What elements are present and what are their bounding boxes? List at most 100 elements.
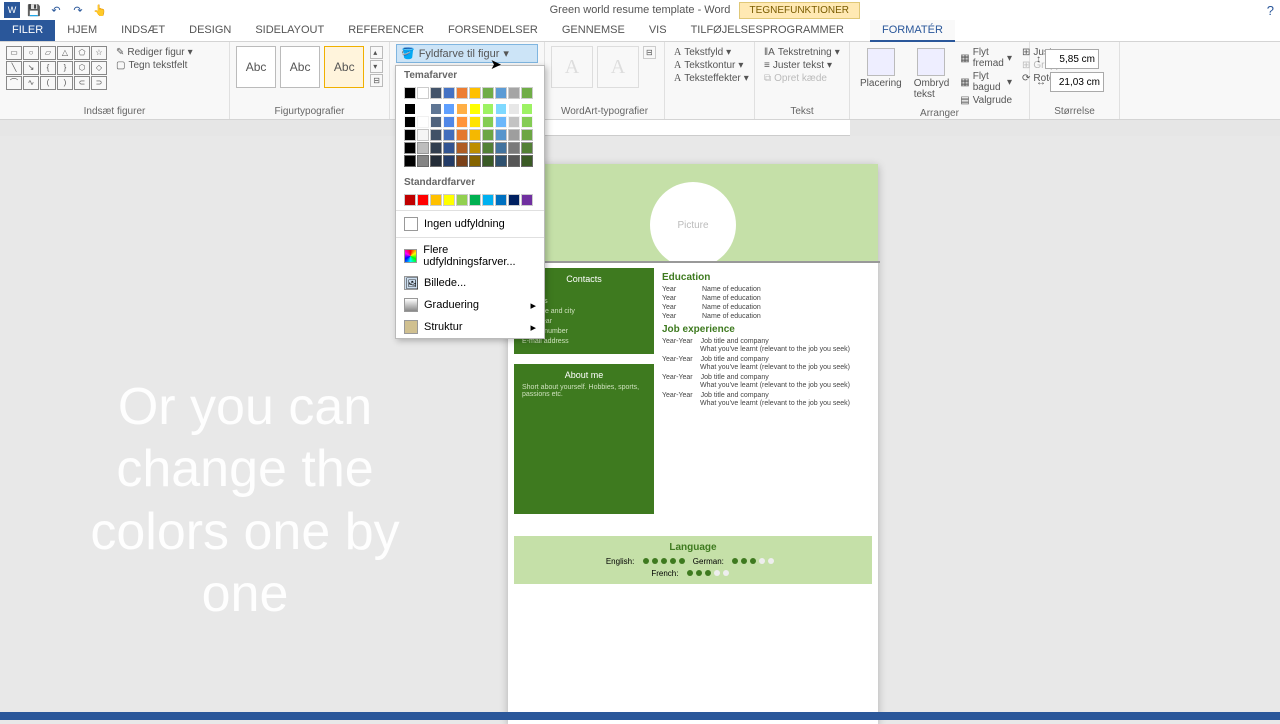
color-swatch[interactable]	[456, 103, 468, 115]
color-swatch[interactable]	[443, 87, 455, 99]
text-effects-button[interactable]: ATeksteffekter ▾	[671, 72, 748, 85]
color-swatch[interactable]	[495, 155, 507, 167]
color-swatch[interactable]	[456, 194, 468, 206]
tab-referencer[interactable]: REFERENCER	[336, 20, 436, 41]
text-fill-button[interactable]: ATekstfyld ▾	[671, 46, 748, 59]
color-swatch[interactable]	[469, 103, 481, 115]
styles-up-icon[interactable]: ▴	[370, 46, 383, 59]
color-swatch[interactable]	[443, 155, 455, 167]
color-swatch[interactable]	[443, 142, 455, 154]
width-input[interactable]	[1050, 72, 1104, 92]
tab-formater[interactable]: FORMATÉR	[870, 20, 955, 42]
position-button[interactable]: Placering	[856, 46, 906, 107]
color-swatch[interactable]	[495, 116, 507, 128]
wordart-style-1[interactable]: A	[551, 46, 593, 88]
language-section[interactable]: Language English: German: French:	[514, 536, 872, 584]
shape-style-1[interactable]: Abc	[236, 46, 276, 88]
no-fill-item[interactable]: Ingen udfyldning	[396, 213, 544, 235]
color-swatch[interactable]	[482, 155, 494, 167]
color-swatch[interactable]	[521, 103, 533, 115]
help-icon[interactable]: ?	[1267, 3, 1274, 18]
color-swatch[interactable]	[404, 155, 416, 167]
send-backward-button[interactable]: ▦ Flyt bagud ▾	[957, 70, 1015, 94]
about-card[interactable]: About me Short about yourself. Hobbies, …	[514, 364, 654, 514]
resume-header[interactable]: Picture	[508, 164, 878, 262]
color-swatch[interactable]	[521, 194, 533, 206]
color-swatch[interactable]	[508, 194, 520, 206]
color-swatch[interactable]	[417, 155, 429, 167]
color-swatch[interactable]	[430, 103, 442, 115]
color-swatch[interactable]	[521, 129, 533, 141]
shape-fill-button[interactable]: 🪣 Fyldfarve til figur ▾	[396, 44, 538, 63]
color-swatch[interactable]	[508, 155, 520, 167]
document-canvas[interactable]: Or you can change the colors one by one …	[0, 136, 1280, 712]
color-swatch[interactable]	[482, 142, 494, 154]
save-icon[interactable]: 💾	[26, 2, 42, 18]
color-swatch[interactable]	[430, 155, 442, 167]
color-swatch[interactable]	[508, 129, 520, 141]
color-swatch[interactable]	[495, 129, 507, 141]
color-swatch[interactable]	[404, 129, 416, 141]
color-swatch[interactable]	[456, 129, 468, 141]
color-swatch[interactable]	[417, 116, 429, 128]
tab-tilfojelses[interactable]: TILFØJELSESPROGRAMMER	[679, 20, 856, 41]
color-swatch[interactable]	[417, 103, 429, 115]
tab-file[interactable]: FILER	[0, 20, 55, 41]
color-swatch[interactable]	[404, 116, 416, 128]
color-swatch[interactable]	[430, 194, 442, 206]
picture-fill-item[interactable]: 🖼Billede...	[396, 272, 544, 294]
color-swatch[interactable]	[495, 142, 507, 154]
color-swatch[interactable]	[521, 116, 533, 128]
styles-down-icon[interactable]: ▾	[370, 60, 383, 73]
color-swatch[interactable]	[469, 87, 481, 99]
color-swatch[interactable]	[417, 194, 429, 206]
color-swatch[interactable]	[430, 87, 442, 99]
color-swatch[interactable]	[430, 142, 442, 154]
picture-placeholder[interactable]: Picture	[650, 182, 736, 268]
color-swatch[interactable]	[404, 142, 416, 154]
color-swatch[interactable]	[469, 129, 481, 141]
color-swatch[interactable]	[495, 87, 507, 99]
shape-style-2[interactable]: Abc	[280, 46, 320, 88]
color-swatch[interactable]	[404, 87, 416, 99]
color-swatch[interactable]	[456, 87, 468, 99]
color-swatch[interactable]	[521, 87, 533, 99]
color-swatch[interactable]	[482, 194, 494, 206]
color-swatch[interactable]	[417, 129, 429, 141]
color-swatch[interactable]	[508, 142, 520, 154]
color-swatch[interactable]	[508, 116, 520, 128]
draw-textbox-button[interactable]: ▢Tegn tekstfelt	[113, 59, 196, 72]
tab-hjem[interactable]: HJEM	[55, 20, 109, 41]
tab-indsaet[interactable]: INDSÆT	[109, 20, 177, 41]
color-swatch[interactable]	[469, 194, 481, 206]
tab-gennemse[interactable]: GENNEMSE	[550, 20, 637, 41]
color-swatch[interactable]	[482, 116, 494, 128]
more-colors-item[interactable]: Flere udfyldningsfarver...	[396, 240, 544, 272]
color-swatch[interactable]	[443, 129, 455, 141]
edit-shape-button[interactable]: ✎Rediger figur ▾	[113, 46, 196, 59]
tab-forsendelser[interactable]: FORSENDELSER	[436, 20, 550, 41]
color-swatch[interactable]	[404, 103, 416, 115]
wordart-style-2[interactable]: A	[597, 46, 639, 88]
color-swatch[interactable]	[443, 103, 455, 115]
gradient-fill-item[interactable]: Graduering▸	[396, 294, 544, 316]
color-swatch[interactable]	[495, 103, 507, 115]
height-input[interactable]	[1045, 49, 1099, 69]
shape-style-3[interactable]: Abc	[324, 46, 364, 88]
color-swatch[interactable]	[456, 116, 468, 128]
color-swatch[interactable]	[508, 103, 520, 115]
color-swatch[interactable]	[521, 142, 533, 154]
align-text-button[interactable]: ≡ Juster tekst ▾	[761, 59, 843, 72]
color-swatch[interactable]	[521, 155, 533, 167]
color-swatch[interactable]	[469, 116, 481, 128]
color-swatch[interactable]	[430, 116, 442, 128]
styles-more-icon[interactable]: ⊟	[370, 74, 383, 87]
color-swatch[interactable]	[482, 129, 494, 141]
tab-vis[interactable]: VIS	[637, 20, 679, 41]
color-swatch[interactable]	[417, 87, 429, 99]
color-swatch[interactable]	[404, 194, 416, 206]
color-swatch[interactable]	[417, 142, 429, 154]
texture-fill-item[interactable]: Struktur▸	[396, 316, 544, 338]
color-swatch[interactable]	[456, 142, 468, 154]
color-swatch[interactable]	[508, 87, 520, 99]
